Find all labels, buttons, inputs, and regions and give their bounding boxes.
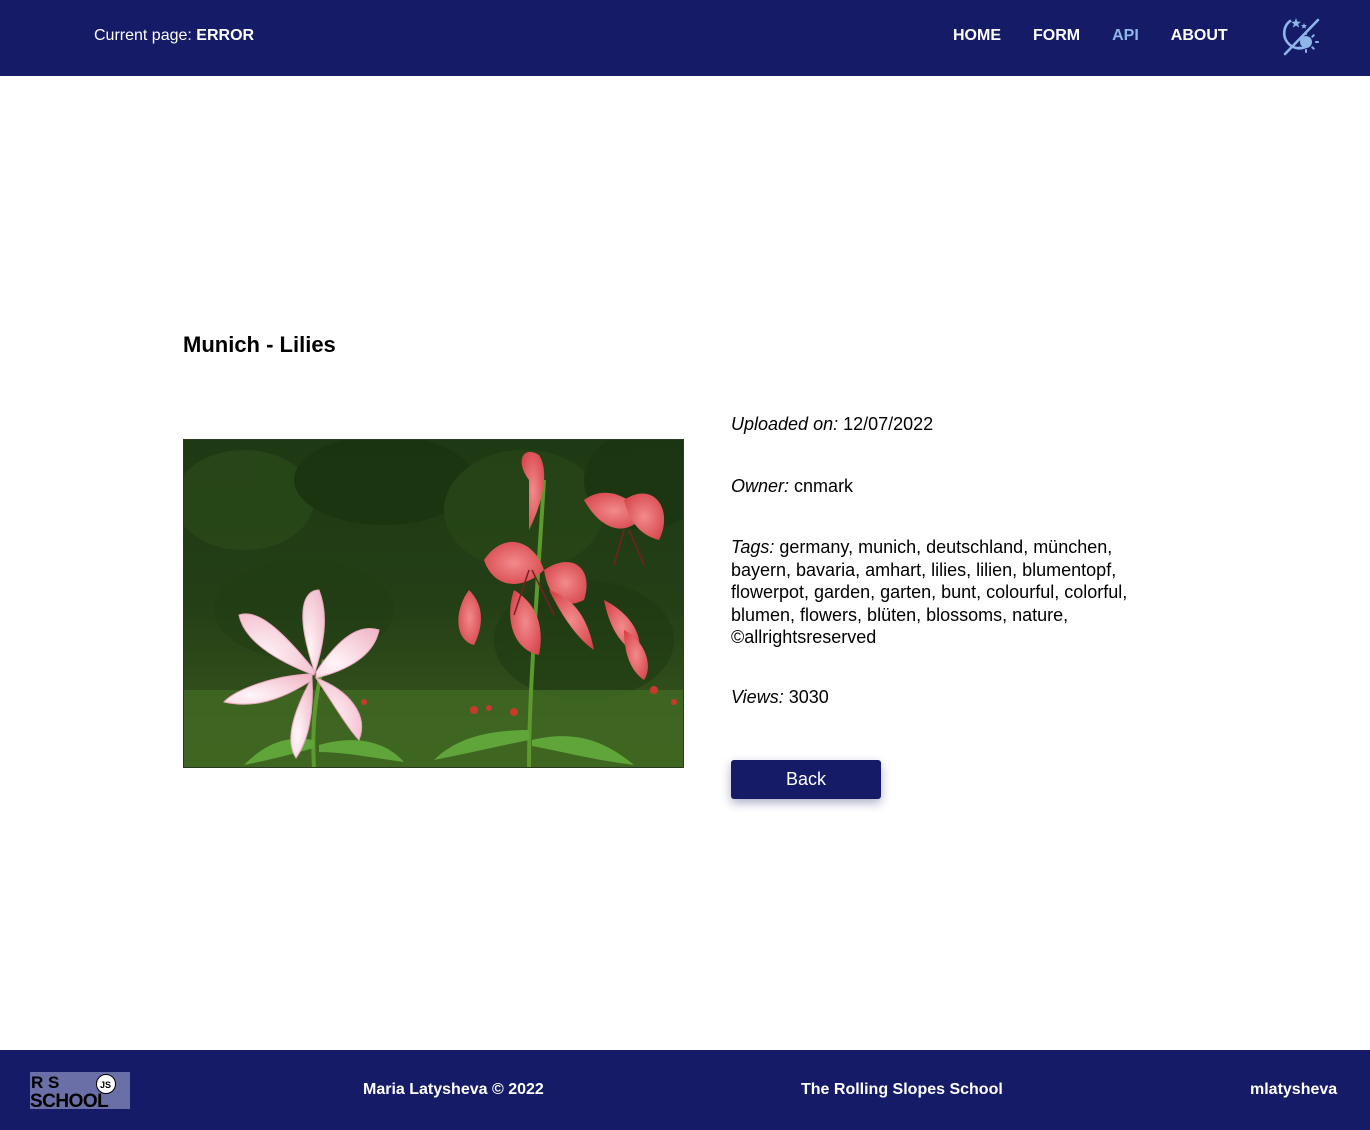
tags-label: Tags:: [731, 537, 775, 557]
nav-form[interactable]: FORM: [1033, 26, 1080, 46]
logo-text-bottom: SCHOOL: [30, 1091, 109, 1109]
footer-copyright: Maria Latysheva © 2022: [363, 1081, 544, 1098]
current-page-value: ERROR: [196, 27, 255, 44]
footer-github-link[interactable]: mlatysheva: [1250, 1080, 1337, 1100]
views-value: 3030: [788, 687, 829, 707]
photo-title: Munich - Lilies: [183, 332, 336, 357]
nav-api[interactable]: API: [1112, 26, 1139, 46]
owner-value: cnmark: [794, 476, 854, 496]
tags-row: Tags: germany, munich, deutschland, münc…: [731, 536, 1171, 649]
current-page-label: Current page:: [94, 27, 192, 44]
uploaded-value: 12/07/2022: [843, 414, 934, 434]
theme-toggle-button[interactable]: [1276, 14, 1322, 60]
owner-row: Owner: cnmark: [731, 475, 1171, 498]
owner-label: Owner:: [731, 476, 790, 496]
views-label: Views:: [731, 687, 784, 707]
page-footer: R S SCHOOL JS Maria Latysheva © 2022 The…: [0, 1050, 1370, 1130]
uploaded-label: Uploaded on:: [731, 414, 839, 434]
rs-school-logo-icon: R S SCHOOL JS: [30, 1072, 130, 1112]
logo-badge: JS: [100, 1080, 111, 1090]
footer-school: The Rolling Slopes School: [801, 1081, 1003, 1098]
nav-home[interactable]: HOME: [953, 26, 1001, 46]
views-row: Views: 3030: [731, 686, 1171, 709]
uploaded-row: Uploaded on: 12/07/2022: [731, 413, 1171, 436]
current-page-indicator: Current page: ERROR: [94, 26, 254, 46]
back-button[interactable]: Back: [731, 760, 881, 799]
nav-about[interactable]: ABOUT: [1171, 26, 1228, 46]
tags-value: germany, munich, deutschland, münchen, b…: [731, 537, 1128, 647]
top-header: Current page: ERROR HOME FORM API ABOUT: [0, 0, 1370, 76]
theme-toggle-sun-moon-icon: [1282, 18, 1320, 56]
lilies-photo-illustration: [184, 440, 683, 767]
rs-school-logo[interactable]: R S SCHOOL JS: [30, 1072, 130, 1112]
logo-text-top: R S: [31, 1073, 59, 1092]
main-nav: HOME FORM API ABOUT: [953, 26, 1228, 46]
photo-image: [183, 439, 684, 768]
